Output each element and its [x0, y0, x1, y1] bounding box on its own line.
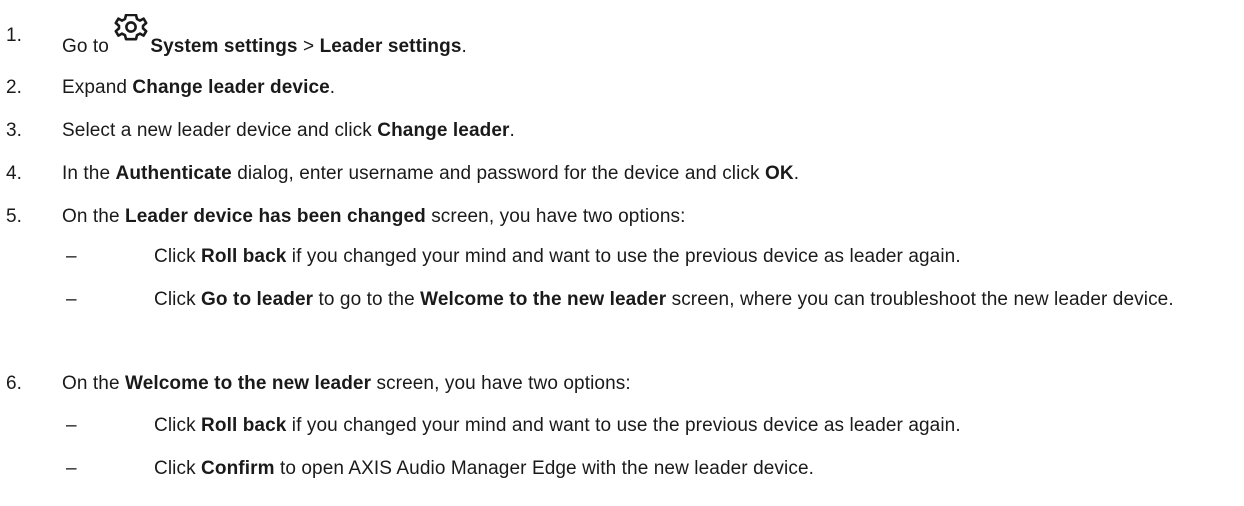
text-run: > — [297, 36, 320, 57]
option-text: Click Roll back if you changed your mind… — [154, 414, 1234, 438]
text-run: Click — [154, 458, 202, 479]
gear-icon — [114, 14, 148, 41]
bullet-dash: – — [66, 415, 77, 436]
step-text: Select a new leader device and click Cha… — [62, 119, 515, 143]
step-text: Expand Change leader device. — [62, 76, 335, 100]
text-run: Click — [154, 289, 202, 310]
text-run: screen, you have two options: — [371, 373, 631, 394]
bullet-dash: – — [66, 289, 77, 310]
ui-label: Roll back — [201, 246, 287, 267]
bullet-dash: – — [66, 246, 77, 267]
text-run: Expand — [62, 77, 133, 98]
text-run: screen, where you can troubleshoot the n… — [666, 289, 1174, 310]
step-number: 5. — [6, 206, 23, 227]
ui-label: Confirm — [201, 458, 275, 479]
ui-label: Go to leader — [201, 289, 314, 310]
text-run: Go to — [62, 36, 115, 57]
text-run: to open AXIS Audio Manager Edge with the… — [274, 458, 814, 479]
text-run: . — [461, 36, 467, 57]
instruction-document: 1. Go to System settings > Leader settin… — [0, 0, 1244, 506]
step-text: In the Authenticate dialog, enter userna… — [62, 162, 799, 186]
text-run: Select a new leader device and click — [62, 120, 378, 141]
text-run: dialog, enter username and password for … — [231, 163, 766, 184]
text-run: In the — [62, 163, 116, 184]
step-text: On the Welcome to the new leader screen,… — [62, 372, 631, 396]
ui-label: OK — [765, 163, 794, 184]
step-number: 3. — [6, 120, 23, 141]
step-text: Go to System settings > Leader settings. — [62, 14, 467, 59]
step-number: 6. — [6, 373, 23, 394]
step-number: 1. — [6, 25, 23, 46]
ui-label: Leader settings — [319, 36, 462, 57]
text-run: . — [509, 120, 515, 141]
text-run: . — [793, 163, 800, 184]
ui-label: Change leader — [377, 120, 510, 141]
ui-label: Authenticate — [115, 163, 232, 184]
text-run: Click — [154, 246, 202, 267]
option-text: Click Confirm to open AXIS Audio Manager… — [154, 457, 1234, 481]
bullet-dash: – — [66, 458, 77, 479]
step-number: 4. — [6, 163, 23, 184]
ui-label: Change leader device — [132, 77, 330, 98]
ui-label: System settings — [150, 36, 298, 57]
ui-label: Welcome to the new leader — [420, 289, 667, 310]
ui-label: Welcome to the new leader — [125, 373, 372, 394]
text-run: Click — [154, 415, 202, 436]
step-number: 2. — [6, 77, 23, 98]
text-run: . — [329, 77, 336, 98]
text-run: On the — [62, 373, 126, 394]
ui-label: Leader device has been changed — [125, 206, 426, 227]
text-run: screen, you have two options: — [425, 206, 686, 227]
text-run: On the — [62, 206, 126, 227]
text-run: if you changed your mind and want to use… — [286, 246, 961, 267]
text-run: to go to the — [313, 289, 421, 310]
option-text: Click Go to leader to go to the Welcome … — [154, 288, 1234, 312]
text-run: if you changed your mind and want to use… — [286, 415, 961, 436]
ui-label: Roll back — [201, 415, 287, 436]
option-text: Click Roll back if you changed your mind… — [154, 245, 1234, 269]
step-text: On the Leader device has been changed sc… — [62, 205, 685, 229]
